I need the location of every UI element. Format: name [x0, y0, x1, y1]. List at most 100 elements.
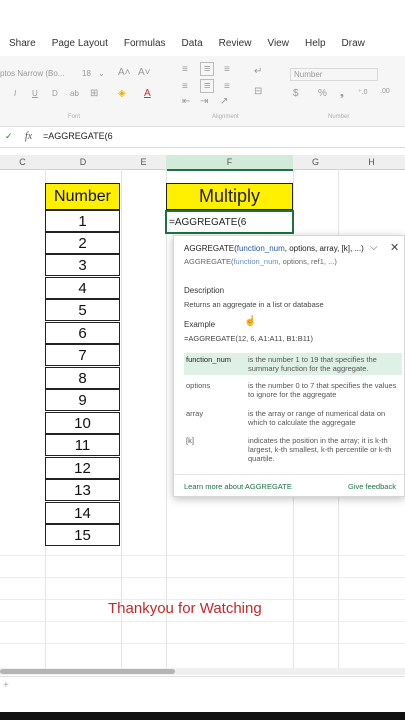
- formula-input[interactable]: =AGGREGATE(6: [43, 131, 113, 141]
- tab-draw[interactable]: Draw: [342, 38, 365, 49]
- tab-data[interactable]: Data: [182, 38, 203, 49]
- check-icon[interactable]: ✓: [5, 131, 13, 142]
- chevron-down-icon[interactable]: ⌵: [370, 242, 378, 253]
- decrease-indent-icon[interactable]: ⇤: [182, 96, 190, 107]
- table-cell[interactable]: 12: [45, 457, 120, 479]
- table-cell[interactable]: 6: [45, 322, 120, 344]
- table-cell[interactable]: 14: [45, 502, 120, 524]
- table-cell[interactable]: 9: [45, 389, 120, 411]
- italic-icon[interactable]: I: [14, 89, 16, 98]
- column-header-c[interactable]: C: [0, 155, 45, 170]
- currency-icon[interactable]: $: [293, 88, 299, 99]
- ribbon-toolbar: ptos Narrow (Bo... 18 ⌄ A˄ A˅ I U D ab ⊞…: [0, 56, 405, 127]
- ribbon-tabs: Share Page Layout Formulas Data Review V…: [0, 30, 405, 56]
- grid-line: [166, 169, 167, 669]
- decrease-decimal-icon[interactable]: .00: [380, 88, 390, 95]
- arg-desc: is the number 0 to 7 that specifies the …: [248, 381, 397, 399]
- table-cell[interactable]: 7: [45, 344, 120, 366]
- table-cell[interactable]: 4: [45, 277, 120, 299]
- grid-line: [0, 577, 405, 578]
- column-header-g[interactable]: G: [293, 155, 338, 170]
- table-cell[interactable]: 13: [45, 479, 120, 501]
- signature2-rest: , options, ref1, ...): [278, 257, 337, 266]
- column-header-f[interactable]: F: [166, 155, 293, 171]
- example-title: Example: [184, 320, 216, 329]
- column-header-e[interactable]: E: [121, 155, 166, 170]
- align-left-icon[interactable]: ≡: [182, 81, 188, 92]
- table-cell[interactable]: 3: [45, 254, 120, 276]
- learn-more-link[interactable]: Learn more about AGGREGATE: [184, 482, 292, 491]
- signature-function: AGGREGATE(: [184, 244, 237, 253]
- arg-name: [k]: [186, 436, 194, 445]
- shrink-font-icon[interactable]: A˅: [138, 67, 151, 78]
- merge-center-icon[interactable]: ⊟: [254, 86, 262, 97]
- table-cell[interactable]: 11: [45, 434, 120, 456]
- arg-desc: is the array or range of numerical data …: [248, 409, 386, 427]
- grow-font-icon[interactable]: A˄: [118, 67, 131, 78]
- table-cell[interactable]: 15: [45, 524, 120, 546]
- tab-view[interactable]: View: [267, 38, 289, 49]
- orientation-icon[interactable]: ↗: [220, 96, 228, 107]
- align-middle-icon[interactable]: ≡: [200, 62, 215, 76]
- underline-icon[interactable]: U: [32, 89, 38, 98]
- chevron-down-icon[interactable]: ⌄: [98, 69, 105, 78]
- fx-icon[interactable]: fx: [25, 131, 32, 142]
- increase-indent-icon[interactable]: ⇥: [200, 96, 208, 107]
- arg-name: array: [186, 409, 204, 418]
- tab-help[interactable]: Help: [305, 38, 326, 49]
- arg-name: options: [186, 381, 211, 390]
- align-bottom-icon[interactable]: ≡: [224, 64, 230, 75]
- example-text: =AGGREGATE(12, 6, A1:A11, B1:B11): [184, 334, 314, 343]
- arg-name: function_num: [186, 355, 232, 364]
- font-size-box[interactable]: 18: [82, 69, 91, 78]
- comma-icon[interactable]: ❟: [340, 88, 344, 99]
- borders-icon[interactable]: ⊞: [90, 88, 98, 99]
- grid-line: [0, 555, 405, 556]
- wrap-text-icon[interactable]: ↵: [254, 66, 262, 77]
- number-format-box[interactable]: Number: [290, 68, 378, 81]
- signature-line: AGGREGATE(function_num, options, array, …: [184, 244, 364, 253]
- description-title: Description: [184, 286, 225, 295]
- strikethrough-icon[interactable]: ab: [70, 89, 79, 98]
- table-cell[interactable]: 2: [45, 232, 120, 254]
- alignment-group-label: Alignment: [212, 114, 239, 120]
- column-header-d[interactable]: D: [45, 155, 121, 170]
- active-cell-editor[interactable]: =AGGREGATE(6: [165, 210, 294, 234]
- tab-formulas[interactable]: Formulas: [124, 38, 166, 49]
- signature-current-arg: function_num: [236, 244, 285, 253]
- tab-share[interactable]: Share: [9, 38, 36, 49]
- increase-decimal-icon[interactable]: ⁺.0: [358, 88, 368, 96]
- table-cell[interactable]: 1: [45, 210, 120, 232]
- multiply-header-cell[interactable]: Multiply: [166, 183, 293, 210]
- mouse-cursor-icon: ☝: [244, 316, 257, 327]
- align-top-icon[interactable]: ≡: [182, 64, 188, 75]
- grid-line: [121, 169, 122, 669]
- double-underline-icon[interactable]: D: [52, 89, 58, 98]
- add-sheet-icon[interactable]: +: [3, 680, 9, 691]
- tab-review[interactable]: Review: [219, 38, 252, 49]
- signature2-function: AGGREGATE(: [184, 257, 234, 266]
- arg-row: function_num is the number 1 to 19 that …: [184, 353, 402, 375]
- fill-color-icon[interactable]: ◈: [118, 88, 126, 99]
- signature-line-2: AGGREGATE(function_num, options, ref1, .…: [184, 257, 337, 266]
- percent-icon[interactable]: %: [318, 88, 327, 99]
- font-color-icon[interactable]: A: [144, 88, 151, 99]
- font-name-box[interactable]: ptos Narrow (Bo...: [0, 69, 64, 78]
- number-header-cell[interactable]: Number: [45, 183, 120, 210]
- arg-desc: indicates the position in the array; it …: [248, 436, 392, 463]
- align-center-icon[interactable]: ≡: [200, 79, 215, 93]
- close-icon[interactable]: ✕: [390, 241, 399, 254]
- number-group-label: Number: [328, 114, 350, 120]
- align-right-icon[interactable]: ≡: [224, 81, 230, 92]
- table-cell[interactable]: 10: [45, 412, 120, 434]
- scrollbar-thumb[interactable]: [0, 669, 175, 674]
- give-feedback-link[interactable]: Give feedback: [348, 482, 396, 491]
- table-cell[interactable]: 5: [45, 299, 120, 321]
- tab-page-layout[interactable]: Page Layout: [52, 38, 108, 49]
- table-cell[interactable]: 8: [45, 367, 120, 389]
- function-tooltip: AGGREGATE(function_num, options, array, …: [173, 235, 405, 497]
- arg-row: [k] indicates the position in the array;…: [184, 436, 402, 463]
- grid-line: [0, 643, 405, 644]
- arg-row: array is the array or range of numerical…: [184, 409, 402, 427]
- column-header-h[interactable]: H: [338, 155, 405, 170]
